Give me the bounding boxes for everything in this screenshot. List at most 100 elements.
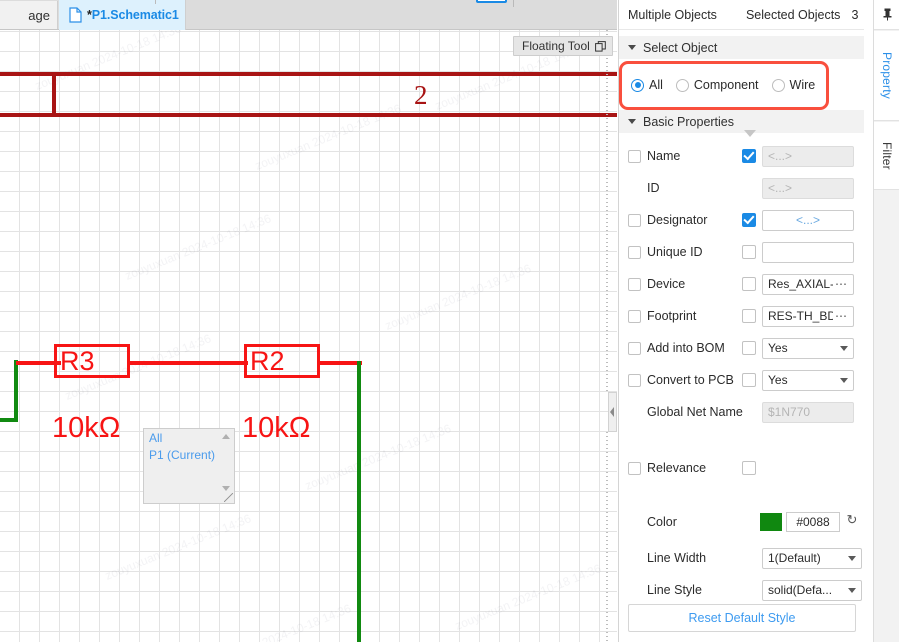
scroll-up-icon[interactable] (222, 434, 230, 439)
toolbar-fragment[interactable] (476, 0, 507, 3)
section-basic-properties[interactable]: Basic Properties (619, 110, 864, 133)
color-hex-value: #0088 (796, 515, 830, 529)
select-line-style[interactable]: solid(Defa... (762, 579, 862, 601)
field-name[interactable]: <...> (762, 145, 854, 167)
field-global-net-name: $1N770 (762, 401, 854, 423)
toolbar-fragment-divider (513, 0, 514, 7)
checkbox-unique-id-left[interactable] (628, 245, 641, 259)
wire-green-right-vertical[interactable] (357, 361, 361, 642)
scroll-down-icon[interactable] (222, 486, 230, 491)
select-line-width[interactable]: 1(Default) (762, 547, 862, 569)
chevron-down-icon (848, 587, 856, 593)
editor-divider-dots-top (606, 30, 608, 392)
ellipsis-icon[interactable]: ⋯ (835, 277, 848, 291)
editor-tab-name: P1.Schematic1 (91, 8, 179, 22)
chevron-down-icon (628, 45, 636, 50)
section-select-object-label: Select Object (643, 40, 718, 55)
wire-green-left-horizontal[interactable] (0, 418, 18, 422)
panel-collapse-handle[interactable] (608, 392, 617, 432)
select-add-into-bom[interactable]: Yes (762, 337, 854, 359)
property-label-device: Device (647, 277, 686, 291)
radio-component[interactable]: Component (675, 78, 759, 92)
pin-button[interactable] (874, 0, 899, 30)
checkbox-footprint-left[interactable] (628, 309, 641, 323)
toolbar-separator (155, 0, 156, 4)
select-line-style-value: solid(Defa... (768, 583, 833, 597)
editor-tab-p1-schematic1[interactable]: *P1.Schematic1 (59, 0, 186, 30)
checkbox-convert-to-pcb-left[interactable] (628, 373, 641, 387)
watermark: zouyuxuan 2024-10-18 14:36 (453, 561, 604, 633)
selected-objects-label: Selected Objects (745, 7, 841, 22)
ellipsis-icon[interactable]: ⋯ (835, 309, 848, 323)
field-device-value: Res_AXIAL- (768, 277, 833, 291)
vtab-property[interactable]: Property (874, 31, 899, 121)
schematic-canvas[interactable]: zouyuxuan 2024-10-18 14:36 zouyuxuan 202… (0, 30, 617, 642)
property-label-designator: Designator (647, 213, 708, 227)
property-row-footprint: Footprint RES-TH_BD ⋯ (619, 300, 864, 332)
sheet-page-number: 2 (414, 80, 428, 110)
checkbox-add-into-bom-left[interactable] (628, 341, 641, 355)
field-designator[interactable]: <...> (762, 209, 854, 231)
select-convert-to-pcb[interactable]: Yes (762, 369, 854, 391)
wire-red-segment-3[interactable] (320, 361, 362, 365)
chevron-down-icon (840, 377, 848, 383)
checkbox-designator-enable[interactable] (742, 213, 756, 227)
property-label-unique-id: Unique ID (647, 245, 703, 259)
document-icon (69, 7, 82, 23)
component-r3-value[interactable]: 10kΩ (52, 414, 120, 443)
property-label-add-into-bom: Add into BOM (647, 341, 725, 355)
component-r2-value[interactable]: 10kΩ (242, 414, 310, 443)
wire-red-segment-2[interactable] (128, 361, 248, 365)
field-unique-id[interactable] (762, 241, 854, 263)
checkbox-relevance-left[interactable] (628, 461, 641, 475)
refresh-icon[interactable]: ↻ (845, 513, 859, 527)
relevance-item-p1-current[interactable]: P1 (Current) (144, 446, 234, 463)
checkbox-name-enable[interactable] (742, 149, 756, 163)
property-row-unique-id: Unique ID (619, 236, 864, 268)
checkbox-convert-to-pcb-enable[interactable] (742, 373, 756, 387)
resize-grip-icon[interactable] (224, 493, 233, 502)
radio-all[interactable]: All (631, 78, 663, 92)
watermark: zouyuxuan 2024-10-18 14:36 (303, 421, 454, 493)
checkbox-device-enable[interactable] (742, 277, 756, 291)
color-swatch[interactable] (760, 513, 782, 531)
section-select-object[interactable]: Select Object (619, 36, 864, 59)
property-row-name: Name <...> (619, 140, 864, 172)
reset-default-style-label: Reset Default Style (688, 611, 796, 625)
property-label-color: Color (647, 515, 677, 529)
vtab-filter[interactable]: Filter (874, 122, 899, 190)
editor-tab-label: *P1.Schematic1 (87, 8, 179, 22)
selected-objects-count: 3 (851, 7, 859, 22)
relevance-list[interactable]: All P1 (Current) (143, 428, 235, 504)
property-row-relevance: Relevance (619, 452, 864, 484)
vtab-property-label: Property (880, 52, 894, 99)
collapse-caret-icon[interactable] (744, 130, 756, 137)
radio-all-label: All (649, 78, 663, 92)
checkbox-footprint-enable[interactable] (742, 309, 756, 323)
schematic-editor: zouyuxuan 2024-10-18 14:36 zouyuxuan 202… (0, 0, 617, 642)
radio-component-indicator (675, 78, 689, 92)
color-hex-input[interactable]: #0088 (786, 512, 840, 532)
pin-icon (883, 8, 891, 21)
component-r2-designator[interactable]: R2 (250, 348, 285, 375)
select-add-into-bom-value: Yes (768, 341, 788, 355)
component-r3-designator[interactable]: R3 (60, 348, 95, 375)
checkbox-relevance-enable[interactable] (742, 461, 756, 475)
field-device[interactable]: Res_AXIAL- ⋯ (762, 273, 854, 295)
wire-green-left-vertical[interactable] (14, 360, 18, 422)
field-designator-value: <...> (795, 213, 821, 227)
editor-tab-partial[interactable]: age (0, 1, 58, 29)
checkbox-add-into-bom-enable[interactable] (742, 341, 756, 355)
section-basic-properties-label: Basic Properties (643, 114, 735, 129)
editor-tab-partial-label: age (28, 7, 50, 23)
radio-wire[interactable]: Wire (771, 78, 815, 92)
reset-default-style-button[interactable]: Reset Default Style (628, 604, 856, 632)
checkbox-unique-id-enable[interactable] (742, 245, 756, 259)
checkbox-designator-left[interactable] (628, 213, 641, 227)
relevance-item-all[interactable]: All (144, 429, 234, 446)
floating-tool-chip[interactable]: Floating Tool (513, 36, 613, 56)
floating-tool-label: Floating Tool (522, 39, 590, 53)
field-footprint[interactable]: RES-TH_BD ⋯ (762, 305, 854, 327)
checkbox-device-left[interactable] (628, 277, 641, 291)
checkbox-name-left[interactable] (628, 149, 641, 163)
